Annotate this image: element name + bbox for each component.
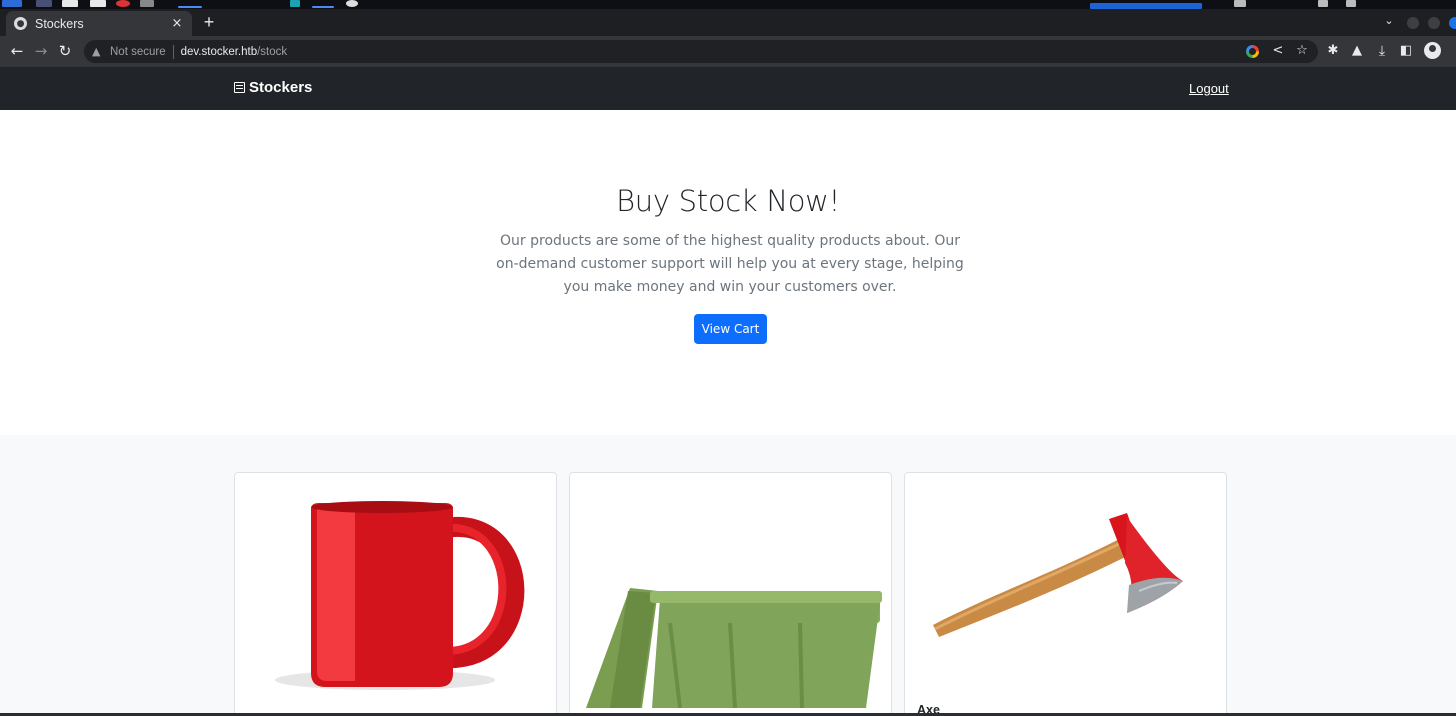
view-cart-button[interactable]: View Cart <box>694 314 767 344</box>
url-host[interactable]: dev.stocker.htb <box>181 46 258 58</box>
product-card[interactable] <box>234 472 557 716</box>
window-minimize-icon[interactable] <box>1407 17 1419 29</box>
browser-toolbar: ← → ↻ ▲ Not secure dev.stocker.htb /stoc… <box>0 36 1456 67</box>
tab-title: Stockers <box>35 16 84 31</box>
axe-image <box>933 513 1183 637</box>
share-icon[interactable]: < <box>1269 42 1287 60</box>
window-maximize-icon[interactable] <box>1428 17 1440 29</box>
browser-tab-strip: ● Stockers × + ⌄ <box>0 9 1456 36</box>
window-close-icon[interactable] <box>1449 17 1456 29</box>
hero-lead: Our products are some of the highest qua… <box>496 233 964 295</box>
side-panel-icon[interactable]: ◧ <box>1397 42 1415 60</box>
green-bin-image <box>586 588 882 708</box>
brand-link[interactable]: Stockers <box>234 79 312 96</box>
extensions-icon[interactable]: ✱ <box>1324 42 1342 60</box>
new-tab-icon[interactable]: + <box>200 13 218 31</box>
hero-section: Buy Stock Now! Our products are some of … <box>0 110 1456 435</box>
os-taskbar <box>0 0 1456 9</box>
logout-link[interactable]: Logout <box>1189 81 1229 96</box>
labs-flask-icon[interactable]: ▲ <box>1348 42 1366 60</box>
forward-arrow-icon[interactable]: → <box>32 42 50 60</box>
url-path[interactable]: /stock <box>257 46 287 58</box>
brand-name: Stockers <box>249 79 313 96</box>
tab-search-chevron-icon[interactable]: ⌄ <box>1381 14 1397 30</box>
browser-tab[interactable]: ● Stockers × <box>6 11 192 36</box>
journal-icon <box>234 82 245 93</box>
download-icon[interactable]: ⤓ <box>1373 42 1391 60</box>
product-card[interactable] <box>569 472 892 716</box>
product-card[interactable]: Axe <box>904 472 1227 716</box>
address-separator <box>172 44 174 59</box>
close-icon[interactable]: × <box>170 16 184 31</box>
profile-avatar-icon[interactable] <box>1424 42 1441 59</box>
google-lens-icon[interactable] <box>1246 45 1259 58</box>
site-navbar: Stockers Logout <box>0 67 1456 110</box>
reload-icon[interactable]: ↻ <box>56 42 74 60</box>
bookmark-star-icon[interactable]: ☆ <box>1293 42 1311 60</box>
back-arrow-icon[interactable]: ← <box>8 42 26 60</box>
hero-title: Buy Stock Now! <box>616 184 840 218</box>
warning-triangle-icon[interactable]: ▲ <box>92 45 105 58</box>
address-bar[interactable]: ▲ Not secure dev.stocker.htb /stock < ☆ <box>84 40 1318 63</box>
globe-icon: ● <box>14 17 27 30</box>
products-section: Axe <box>0 435 1456 716</box>
red-mug-image <box>275 501 525 690</box>
security-label[interactable]: Not secure <box>110 46 166 58</box>
